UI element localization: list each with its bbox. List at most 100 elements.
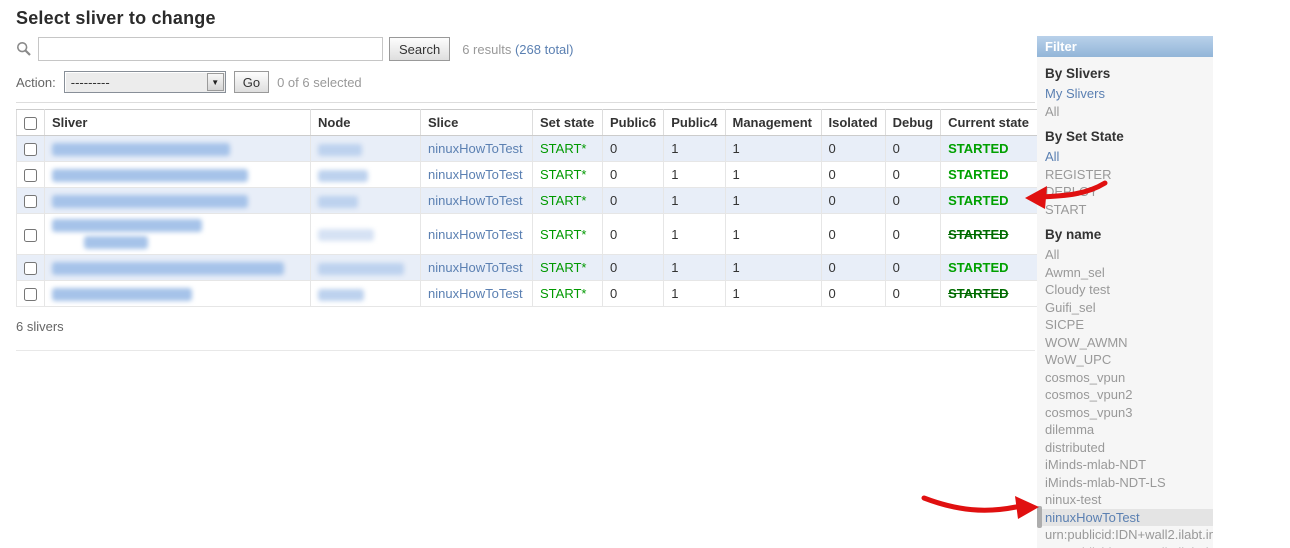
cell-debug: 0	[885, 255, 940, 281]
cell-slice: ninuxHowToTest	[421, 136, 533, 162]
cell-isolated: 0	[821, 188, 885, 214]
cell-slice: ninuxHowToTest	[421, 188, 533, 214]
cell-management: 1	[725, 255, 821, 281]
cell-management: 1	[725, 281, 821, 307]
cell-sliver	[45, 136, 311, 162]
cell-sliver	[45, 188, 311, 214]
filter-item-name[interactable]: iMinds-mlab-NDT	[1037, 456, 1213, 474]
cell-isolated: 0	[821, 136, 885, 162]
current-state-badge: STARTED	[948, 286, 1008, 301]
filter-list-by-set-state: All REGISTER DEPLOY START	[1037, 148, 1213, 218]
filter-title: Filter	[1037, 36, 1213, 57]
slice-link[interactable]: ninuxHowToTest	[428, 167, 523, 182]
cell-slice: ninuxHowToTest	[421, 281, 533, 307]
cell-debug: 0	[885, 136, 940, 162]
slice-link[interactable]: ninuxHowToTest	[428, 227, 523, 242]
cell-public6: 0	[603, 214, 664, 255]
col-header-slice[interactable]: Slice	[421, 110, 533, 136]
filter-item-name[interactable]: Awmn_sel	[1037, 264, 1213, 282]
filter-item-all-slivers[interactable]: All	[1037, 103, 1213, 121]
filter-item-set-state-deploy[interactable]: DEPLOY	[1037, 183, 1213, 201]
filter-item-name[interactable]: iMinds-mlab-NDT-LS	[1037, 474, 1213, 492]
slice-link[interactable]: ninuxHowToTest	[428, 193, 523, 208]
filter-heading-by-slivers: By Slivers	[1037, 57, 1213, 85]
cell-current-state: STARTED	[941, 255, 1046, 281]
redacted-sliver-name	[52, 262, 284, 275]
filter-item-set-state-all[interactable]: All	[1037, 148, 1213, 166]
actions-bar: Action: --------- ▼ Go 0 of 6 selected	[16, 71, 1035, 103]
filter-item-name-ninuxhowtotest[interactable]: ninuxHowToTest	[1037, 509, 1213, 527]
redacted-sliver-name	[52, 195, 248, 208]
row-checkbox[interactable]	[24, 195, 37, 208]
filter-item-name[interactable]: cosmos_vpun2	[1037, 386, 1213, 404]
filter-item-name[interactable]: ninux-test	[1037, 491, 1213, 509]
filter-item-name[interactable]: SICPE	[1037, 316, 1213, 334]
table-row: ninuxHowToTest START* 0 1 1 0 0 STARTED	[17, 136, 1046, 162]
filter-item-name[interactable]: Guifi_sel	[1037, 299, 1213, 317]
cell-node	[311, 136, 421, 162]
filter-item-name[interactable]: distributed	[1037, 439, 1213, 457]
cell-current-state: STARTED	[941, 136, 1046, 162]
redacted-sliver-name	[52, 288, 192, 301]
cell-isolated: 0	[821, 255, 885, 281]
search-icon	[16, 41, 32, 57]
filter-item-name[interactable]: Cloudy test	[1037, 281, 1213, 299]
filter-item-set-state-start[interactable]: START	[1037, 201, 1213, 219]
table-row: ninuxHowToTest START* 0 1 1 0 0 STARTED	[17, 162, 1046, 188]
col-header-isolated[interactable]: Isolated	[821, 110, 885, 136]
cell-node	[311, 162, 421, 188]
col-header-current-state[interactable]: Current state	[941, 110, 1046, 136]
filter-heading-by-name: By name	[1037, 218, 1213, 246]
filter-item-name[interactable]: urn:publicid:IDN+wall2.ilabt.iminds.be:f	[1037, 544, 1213, 548]
cell-public4: 1	[664, 136, 725, 162]
filter-item-my-slivers[interactable]: My Slivers	[1037, 85, 1213, 103]
filter-item-name[interactable]: WoW_UPC	[1037, 351, 1213, 369]
annotation-arrow-ninuxhowtotest	[918, 490, 1043, 526]
current-state-badge: STARTED	[948, 227, 1008, 242]
col-header-debug[interactable]: Debug	[885, 110, 940, 136]
search-input[interactable]	[38, 37, 383, 61]
filter-item-name-all[interactable]: All	[1037, 246, 1213, 264]
select-all-checkbox[interactable]	[24, 117, 37, 130]
cell-public4: 1	[664, 188, 725, 214]
redacted-node-name	[318, 263, 404, 275]
filter-item-name[interactable]: cosmos_vpun	[1037, 369, 1213, 387]
col-header-set-state[interactable]: Set state	[533, 110, 603, 136]
cell-slice: ninuxHowToTest	[421, 255, 533, 281]
cell-current-state: STARTED	[941, 188, 1046, 214]
table-row: ninuxHowToTest START* 0 1 1 0 0 STARTED	[17, 214, 1046, 255]
redacted-sliver-name	[52, 169, 248, 182]
row-checkbox[interactable]	[24, 229, 37, 242]
cell-management: 1	[725, 188, 821, 214]
col-header-management[interactable]: Management	[725, 110, 821, 136]
action-select[interactable]: --------- ▼	[64, 71, 226, 93]
row-checkbox[interactable]	[24, 143, 37, 156]
selection-counter: 0 of 6 selected	[277, 75, 362, 90]
slice-link[interactable]: ninuxHowToTest	[428, 286, 523, 301]
filter-scrollbar-thumb[interactable]	[1037, 506, 1042, 528]
action-label: Action:	[16, 75, 56, 90]
show-all-link[interactable]: (268 total)	[515, 42, 574, 57]
cell-slice: ninuxHowToTest	[421, 162, 533, 188]
filter-item-name[interactable]: dilemma	[1037, 421, 1213, 439]
filter-item-name[interactable]: urn:publicid:IDN+wall2.ilabt.iminds.be:f	[1037, 526, 1213, 544]
cell-debug: 0	[885, 214, 940, 255]
filter-item-set-state-register[interactable]: REGISTER	[1037, 166, 1213, 184]
col-header-public6[interactable]: Public6	[603, 110, 664, 136]
filter-item-name[interactable]: WOW_AWMN	[1037, 334, 1213, 352]
col-header-sliver[interactable]: Sliver	[45, 110, 311, 136]
col-header-node[interactable]: Node	[311, 110, 421, 136]
cell-public6: 0	[603, 255, 664, 281]
row-checkbox[interactable]	[24, 169, 37, 182]
search-button[interactable]: Search	[389, 37, 450, 61]
row-checkbox[interactable]	[24, 262, 37, 275]
col-header-public4[interactable]: Public4	[664, 110, 725, 136]
filter-heading-by-set-state: By Set State	[1037, 120, 1213, 148]
slice-link[interactable]: ninuxHowToTest	[428, 141, 523, 156]
cell-public6: 0	[603, 162, 664, 188]
slice-link[interactable]: ninuxHowToTest	[428, 260, 523, 275]
filter-item-name[interactable]: cosmos_vpun3	[1037, 404, 1213, 422]
go-button[interactable]: Go	[234, 71, 269, 93]
row-checkbox[interactable]	[24, 288, 37, 301]
current-state-badge: STARTED	[948, 260, 1008, 275]
